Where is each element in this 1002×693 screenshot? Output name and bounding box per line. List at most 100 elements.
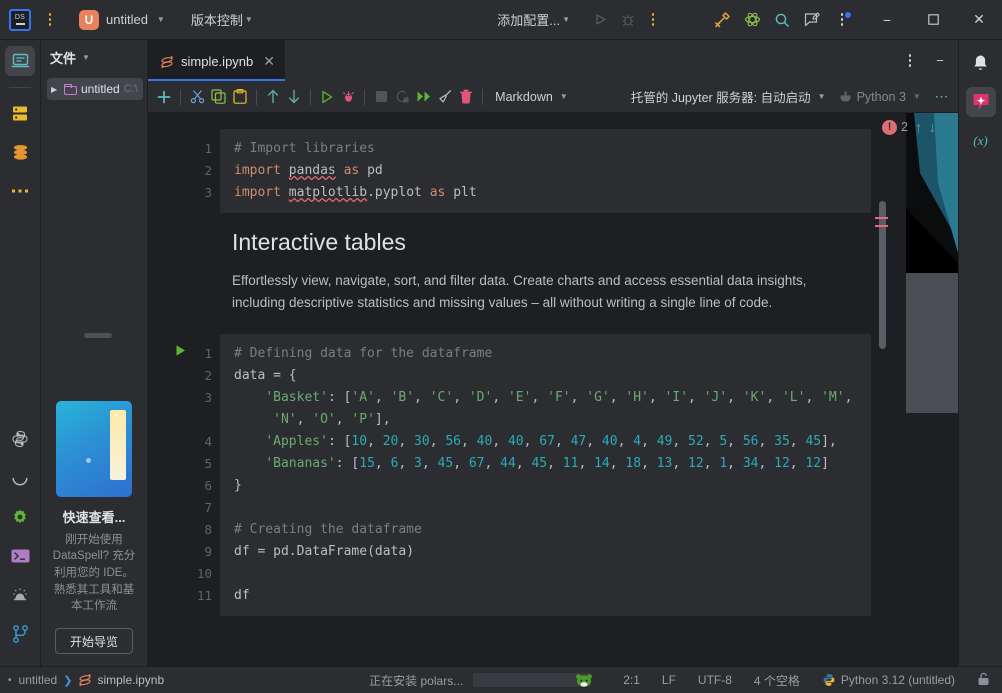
python-console-icon[interactable] [5, 424, 35, 454]
copy-cell-button[interactable] [208, 85, 228, 109]
code-cell-editor[interactable]: 1 # Defining data for the dataframe 2 data … [176, 333, 871, 616]
code-text: 'Apples': [10, 20, 30, 56, 40, 40, 67, 4… [265, 433, 837, 449]
maximize-button[interactable] [910, 0, 956, 40]
editor-area: simple.ipynb ✕ − Markdown ▼ 托管的 Jupyter … [148, 40, 958, 666]
minimize-button[interactable]: − [864, 0, 910, 40]
kernel-dropdown[interactable]: Python 3 ▼ [833, 88, 927, 106]
git-branch-icon[interactable] [5, 619, 35, 649]
line-number: 11 [196, 587, 212, 603]
main-menu-icon[interactable] [828, 6, 856, 34]
debug-icon[interactable] [614, 6, 642, 34]
ai-assistant-icon[interactable] [965, 87, 996, 117]
tab-simple-ipynb[interactable]: simple.ipynb ✕ [148, 40, 285, 81]
variables-icon[interactable]: (x) [966, 126, 996, 156]
chevron-right-icon[interactable]: ▶ [51, 85, 60, 94]
more-run-actions-icon[interactable] [642, 7, 664, 33]
file-encoding[interactable]: UTF-8 [694, 671, 736, 689]
title-bar: DS U untitled ▼ 版本控制 ▼ 添加配置... ▼ − ✕ [0, 0, 1002, 40]
code-text: import matplotlib.pyplot as plt [234, 185, 477, 200]
notebook-markdown-cell[interactable]: Interactive tables Effortlessly view, nav… [164, 213, 958, 334]
run-cell-button[interactable] [317, 85, 337, 109]
jupyter-server-label: 托管的 Jupyter 服务器: 自动启动 [630, 91, 811, 105]
promo-title: 快速查看... [62, 509, 126, 525]
folder-icon [64, 83, 77, 95]
caret-position[interactable]: 2:1 [619, 671, 644, 689]
line-number: 10 [196, 565, 212, 581]
cut-cell-button[interactable] [187, 85, 207, 109]
more-tool-windows-icon[interactable] [5, 176, 35, 206]
run-config-label: 添加配置... [497, 13, 561, 28]
hide-tool-window-icon[interactable]: − [926, 47, 954, 75]
notebook-more-options-button[interactable]: ⋯ [932, 85, 952, 109]
move-cell-up-button[interactable] [263, 85, 283, 109]
jupyter-server-dropdown[interactable]: 托管的 Jupyter 服务器: 自动启动 ▼ [625, 85, 832, 108]
database-server-icon[interactable] [5, 98, 35, 128]
code-cell-editor[interactable]: 1 # Import libraries 2 import pandas as pd 3… [204, 129, 871, 213]
close-button[interactable]: ✕ [956, 0, 1002, 40]
restart-kernel-button[interactable] [392, 85, 412, 109]
notebook-code-cell[interactable]: 1 # Defining data for the dataframe 2 data … [164, 333, 958, 616]
notebook-code-cell[interactable]: 1 # Import libraries 2 import pandas as pd 3… [164, 129, 958, 213]
line-separator[interactable]: LF [658, 671, 680, 689]
workspace-icon[interactable] [5, 46, 35, 76]
code-text: # Defining data for the dataframe [234, 345, 493, 361]
line-number: 4 [204, 433, 212, 449]
tab-options-icon[interactable] [896, 47, 924, 75]
project-widget[interactable]: U untitled ▼ [73, 7, 171, 33]
update-badge-dot [845, 11, 851, 18]
science-atom-icon[interactable] [738, 6, 766, 34]
database-icon[interactable] [5, 137, 35, 167]
search-icon[interactable] [768, 6, 796, 34]
next-problem-button[interactable]: ↓ [929, 119, 936, 135]
background-task-progress[interactable] [473, 673, 592, 687]
code-line: 11 df [197, 585, 871, 607]
close-icon[interactable]: ✕ [263, 53, 275, 70]
lock-icon[interactable] [973, 670, 994, 691]
promo-description: 刚开始使用 DataSpell? 充分利用您的 IDE。熟悉其工具和基本工作流 [52, 533, 136, 613]
markdown-rendered[interactable]: Interactive tables Effortlessly view, nav… [220, 213, 871, 334]
delete-cell-button[interactable] [456, 85, 476, 109]
editor-tab-bar: simple.ipynb ✕ − [148, 40, 958, 81]
tool-window-resize-grip[interactable] [84, 333, 112, 338]
run-configuration-selector[interactable]: 添加配置... ▼ [491, 7, 576, 32]
paste-cell-button[interactable] [230, 85, 250, 109]
status-bar: • untitled ❯ simple.ipynb 正在安装 polars... [0, 666, 1002, 693]
code-line: 3 'Basket': ['A', 'B', 'C', 'D', 'E', 'F… [204, 387, 871, 409]
settings-gear-icon[interactable] [5, 502, 35, 532]
rail-divider [9, 87, 31, 88]
breadcrumb-project[interactable]: untitled [15, 671, 62, 689]
chevron-down-icon: ▼ [82, 53, 90, 62]
python-interpreter[interactable]: Python 3.12 (untitled) [818, 671, 959, 689]
progress-arc-icon[interactable] [5, 463, 35, 493]
run-all-cells-button[interactable] [414, 85, 434, 109]
clear-outputs-button[interactable] [435, 85, 455, 109]
cell-type-dropdown[interactable]: Markdown ▼ [489, 88, 574, 106]
kebab-glyph [899, 48, 921, 74]
notebook-canvas[interactable]: ! 2 ↑ ↓ 1 # Import libraries 2 import pa… [148, 113, 958, 666]
tab-label: simple.ipynb [181, 54, 254, 69]
main-menu-burger-icon[interactable] [39, 7, 61, 33]
breadcrumb-file[interactable]: simple.ipynb [74, 671, 168, 689]
debug-cell-button[interactable] [338, 85, 358, 109]
run-icon[interactable] [586, 6, 614, 34]
previous-problem-button[interactable]: ↑ [915, 119, 922, 135]
tree-item-untitled[interactable]: ▶ untitled C:\ [47, 78, 143, 100]
add-cell-button[interactable] [154, 85, 174, 109]
error-badge[interactable]: ! 2 [882, 119, 908, 135]
line-number: 8 [204, 521, 212, 537]
terminal-icon[interactable] [5, 541, 35, 571]
vcs-widget[interactable]: 版本控制 ▼ [185, 7, 259, 32]
code-text: # Import libraries [234, 141, 375, 156]
tools-hammer-icon[interactable] [708, 6, 736, 34]
problems-alarm-icon[interactable] [5, 580, 35, 610]
left-tool-rail [0, 40, 41, 666]
feedback-pencil-icon[interactable] [798, 6, 826, 34]
interrupt-kernel-button[interactable] [371, 85, 391, 109]
move-cell-down-button[interactable] [284, 85, 304, 109]
variables-glyph: (x) [973, 133, 988, 148]
start-tour-button[interactable]: 开始导览 [55, 628, 133, 654]
notifications-bell-icon[interactable] [966, 48, 996, 78]
indent-setting[interactable]: 4 个空格 [750, 670, 804, 691]
files-header[interactable]: 文件 ▼ [41, 40, 147, 75]
